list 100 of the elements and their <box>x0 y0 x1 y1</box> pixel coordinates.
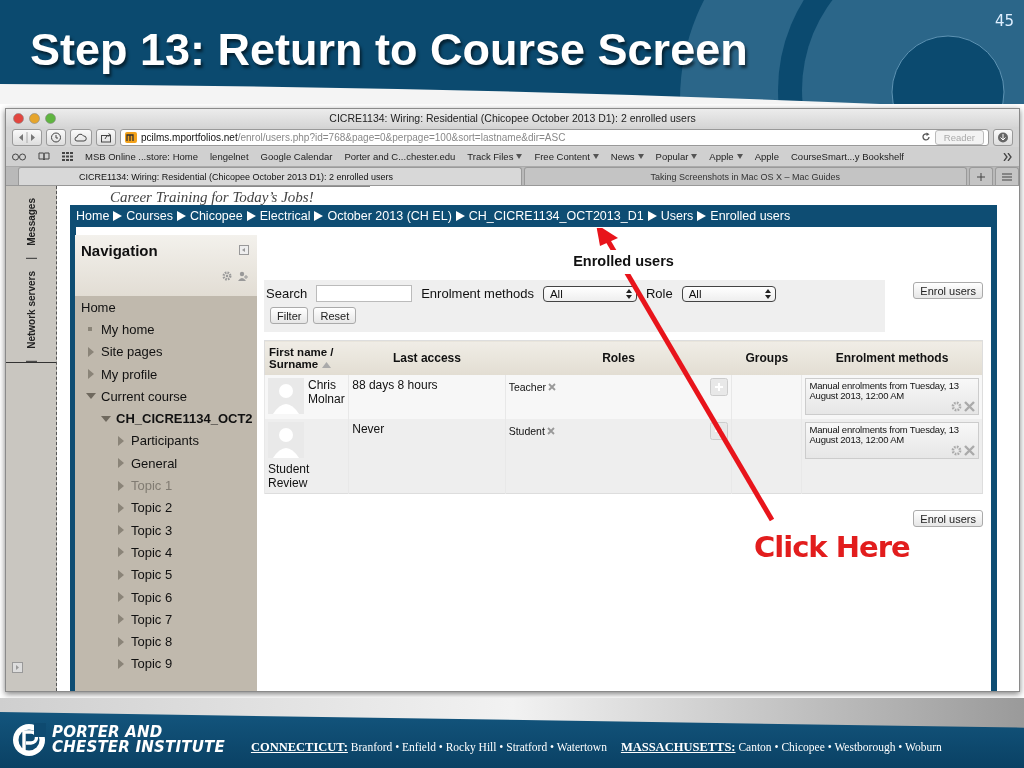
breadcrumb-link[interactable]: October 2013 (CH EL) <box>327 209 452 223</box>
bookmark-item[interactable]: Porter and C...chester.edu <box>344 151 456 162</box>
browser-tab[interactable]: CICRE1134: Wiring: Residential (Chicopee October 2013 D1): 2 enrolled users <box>18 167 522 185</box>
download-button[interactable] <box>993 128 1013 146</box>
nav-item[interactable]: Site pages <box>75 340 257 363</box>
breadcrumb-link[interactable]: Chicopee <box>189 209 243 223</box>
nav-item[interactable]: Topic 2 <box>75 496 257 519</box>
nav-item[interactable]: Topic 4 <box>75 541 257 564</box>
triangle-icon <box>455 211 465 221</box>
logo-text: CHESTER INSTITUTE <box>52 740 225 755</box>
filter-button[interactable]: Filter <box>270 307 309 324</box>
tab-view-button[interactable] <box>995 167 1019 185</box>
add-user-icon[interactable] <box>238 271 249 281</box>
column-header[interactable]: Groups <box>731 340 802 375</box>
triangle-icon <box>113 211 123 221</box>
nav-item[interactable]: Topic 7 <box>75 608 257 631</box>
bookmark-item[interactable]: Popular <box>655 151 698 162</box>
browser-tab[interactable]: Taking Screenshots in Mac OS X – Mac Guides <box>523 167 967 185</box>
nav-item[interactable]: Current course <box>75 385 257 408</box>
dock-tab[interactable]: Messages <box>25 186 37 259</box>
region-name: CONNECTICUT: <box>250 739 348 754</box>
reading-list-icon[interactable] <box>12 152 26 161</box>
back-forward-button[interactable] <box>12 128 42 146</box>
triangle-icon <box>176 211 186 221</box>
dock-tab[interactable]: Network servers <box>25 258 37 362</box>
bookmarks-icon[interactable] <box>38 152 50 161</box>
nav-item[interactable]: Topic 5 <box>75 563 257 586</box>
cloud-button[interactable] <box>70 128 92 146</box>
bookmark-item[interactable]: Google Calendar <box>260 151 333 162</box>
nav-item[interactable]: Topic 8 <box>75 630 257 653</box>
nav-item[interactable]: Home <box>75 296 257 319</box>
remove-icon[interactable] <box>548 383 556 391</box>
minimize-button[interactable] <box>29 112 40 124</box>
gear-icon[interactable] <box>951 400 962 412</box>
remove-icon[interactable] <box>546 427 555 435</box>
delete-icon[interactable] <box>964 444 975 456</box>
plus-icon <box>977 172 985 181</box>
zoom-button[interactable] <box>45 112 56 124</box>
bookmark-item[interactable]: Track Files <box>467 151 523 162</box>
bookmark-item[interactable]: Free Content <box>534 151 599 162</box>
address-bar[interactable]: pcilms.mportfolios.net/enrol/users.php?id=768&page=0&perpage=100&sort=lastname&dir=ASC Reader <box>120 128 989 146</box>
enrolment-text: Manual enrolments from Tuesday, 13 August 2013, 12:00 AM <box>809 381 960 401</box>
bookmark-item[interactable]: lengelnet <box>210 151 249 162</box>
search-field[interactable] <box>316 285 413 302</box>
slide-title: Step 13: Return to Course Screen <box>30 24 748 76</box>
last-access-cell: 88 days 8 hours <box>348 375 506 419</box>
nav-item[interactable]: Topic 9 <box>75 652 257 676</box>
bookmark-item[interactable]: CourseSmart...y Bookshelf <box>791 151 904 162</box>
dropdown[interactable]: All <box>542 285 637 302</box>
breadcrumb-link[interactable]: CH_CICRE1134_OCT2013_D1 <box>468 209 644 223</box>
enrolment-methods-label: Enrolment methods <box>421 286 534 301</box>
arrows-icon <box>16 131 38 143</box>
breadcrumb-link[interactable]: Enrolled users <box>710 209 791 223</box>
history-button[interactable] <box>46 128 66 146</box>
new-tab-button[interactable] <box>969 167 993 185</box>
block-title: Navigation <box>81 242 158 259</box>
gear-icon[interactable] <box>222 271 232 281</box>
dropdown[interactable]: All <box>681 285 776 302</box>
bookmark-item[interactable]: News <box>610 151 644 162</box>
breadcrumb-link[interactable]: Courses <box>126 209 173 223</box>
bookmark-item[interactable]: Apple <box>709 151 743 162</box>
nav-item[interactable]: Participants <box>75 429 257 453</box>
delete-icon[interactable] <box>964 400 975 412</box>
reload-icon[interactable] <box>920 132 931 142</box>
column-header[interactable]: Enrolment methods <box>801 340 983 375</box>
history-icon <box>50 131 62 143</box>
breadcrumb-link[interactable]: Electrical <box>259 209 311 223</box>
enrol-users-button[interactable]: Enrol users <box>913 282 983 299</box>
bookmark-item[interactable]: Apple <box>754 151 779 162</box>
nav-item[interactable]: My profile <box>75 362 257 386</box>
bookmark-item[interactable]: MSB Online ...store: Home <box>85 151 198 162</box>
enrolment-text: Manual enrolments from Tuesday, 13 August 2013, 12:00 AM <box>809 425 960 445</box>
filter-button[interactable]: Reset <box>313 307 357 324</box>
role-name: Student <box>508 425 545 437</box>
triangle-icon <box>314 211 324 221</box>
breadcrumb-link[interactable]: Home <box>76 209 110 223</box>
triangle-icon <box>246 211 256 221</box>
expand-icon[interactable] <box>12 662 23 673</box>
column-header[interactable]: Last access <box>348 340 506 375</box>
triangle-icon <box>647 211 657 221</box>
nav-item[interactable]: CH_CICRE1134_OCT2 <box>75 407 257 430</box>
share-button[interactable] <box>96 128 116 146</box>
nav-item[interactable]: Topic 3 <box>75 518 257 542</box>
callout-text: Click Here <box>754 530 910 564</box>
breadcrumb-link[interactable]: Users <box>660 209 694 223</box>
updown-arrows-icon <box>625 288 632 299</box>
town-list: Branford • Enfield • Rocky Hill • Stratford • Watertown <box>350 740 607 753</box>
region-name: MASSACHUSETTS: <box>620 739 736 754</box>
column-header[interactable]: First name / Surname <box>264 340 349 375</box>
enrol-users-button[interactable]: Enrol users <box>913 510 983 527</box>
nav-item[interactable]: Topic 6 <box>75 585 257 609</box>
dock-block-icon[interactable] <box>239 245 249 255</box>
column-header[interactable]: Roles <box>505 340 732 375</box>
logo-icon <box>12 723 46 757</box>
gear-icon[interactable] <box>951 444 962 456</box>
chevron-icon[interactable] <box>1003 152 1013 161</box>
nav-item[interactable]: My home <box>75 318 257 341</box>
site-favicon <box>125 131 137 143</box>
nav-item[interactable]: General <box>75 452 257 475</box>
close-button[interactable] <box>13 112 24 124</box>
